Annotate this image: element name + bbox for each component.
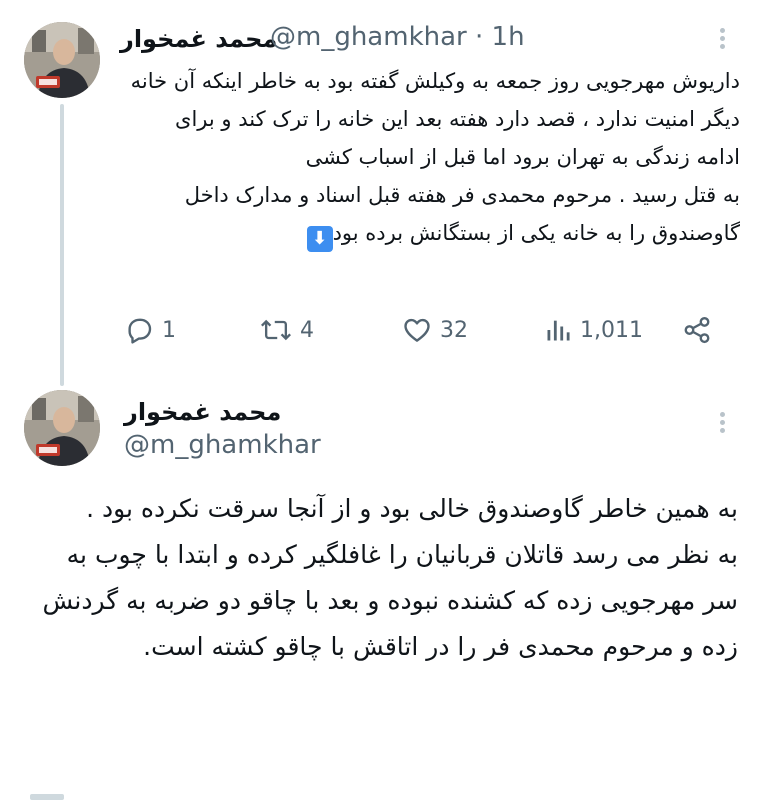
next-element-edge (30, 794, 64, 800)
share-icon (684, 316, 710, 344)
author-handle-row: @m_ghamkhar · 1h (270, 22, 525, 52)
more-icon[interactable] (707, 23, 737, 53)
author-handle[interactable]: @m_ghamkhar (270, 22, 467, 52)
share-button[interactable] (682, 310, 712, 350)
thread-connector-line (60, 104, 64, 386)
retweet-button[interactable]: 4 (260, 310, 314, 350)
tweet-paragraph-text: به قتل رسید . مرحوم محمدی فر هفته قبل اس… (184, 183, 740, 245)
tweet-paragraph: به قتل رسید . مرحوم محمدی فر هفته قبل اس… (128, 176, 740, 252)
views-button[interactable]: 1,011 (544, 310, 643, 350)
views-bar-chart-icon (547, 320, 570, 341)
tweet-time[interactable]: 1h (492, 22, 525, 52)
author-name[interactable]: محمد غمخوار (124, 398, 281, 426)
tweet-text: به همین خاطر گاوصندوق خالی بود و از آنجا… (30, 486, 738, 670)
avatar[interactable] (24, 390, 100, 466)
reply-count: 1 (162, 317, 176, 343)
heart-icon (404, 318, 430, 342)
tweet-paragraph: به همین خاطر گاوصندوق خالی بود و از آنجا… (86, 494, 738, 523)
down-arrow-emoji-icon: ⬇ (306, 226, 333, 252)
tweet-paragraph: به نظر می رسد قاتلان قربانیان را غافلگیر… (42, 540, 738, 661)
author-handle[interactable]: @m_ghamkhar (124, 430, 321, 460)
tweet-actions-bar: 1 4 32 1,011 (120, 310, 720, 350)
like-button[interactable]: 32 (402, 310, 468, 350)
author-name[interactable]: محمد غمخوار (120, 25, 277, 53)
reply-icon (128, 318, 152, 344)
views-count: 1,011 (580, 317, 643, 343)
reply-button[interactable]: 1 (124, 310, 176, 350)
tweet-paragraph: داریوش مهرجویی روز جمعه به وکیلش گفته بو… (130, 69, 740, 169)
retweet-icon (261, 319, 291, 341)
time-separator: · (475, 22, 484, 52)
more-icon[interactable] (707, 407, 737, 437)
tweet-text: داریوش مهرجویی روز جمعه به وکیلش گفته بو… (128, 62, 740, 252)
like-count: 32 (440, 317, 468, 343)
retweet-count: 4 (300, 317, 314, 343)
avatar[interactable] (24, 22, 100, 98)
